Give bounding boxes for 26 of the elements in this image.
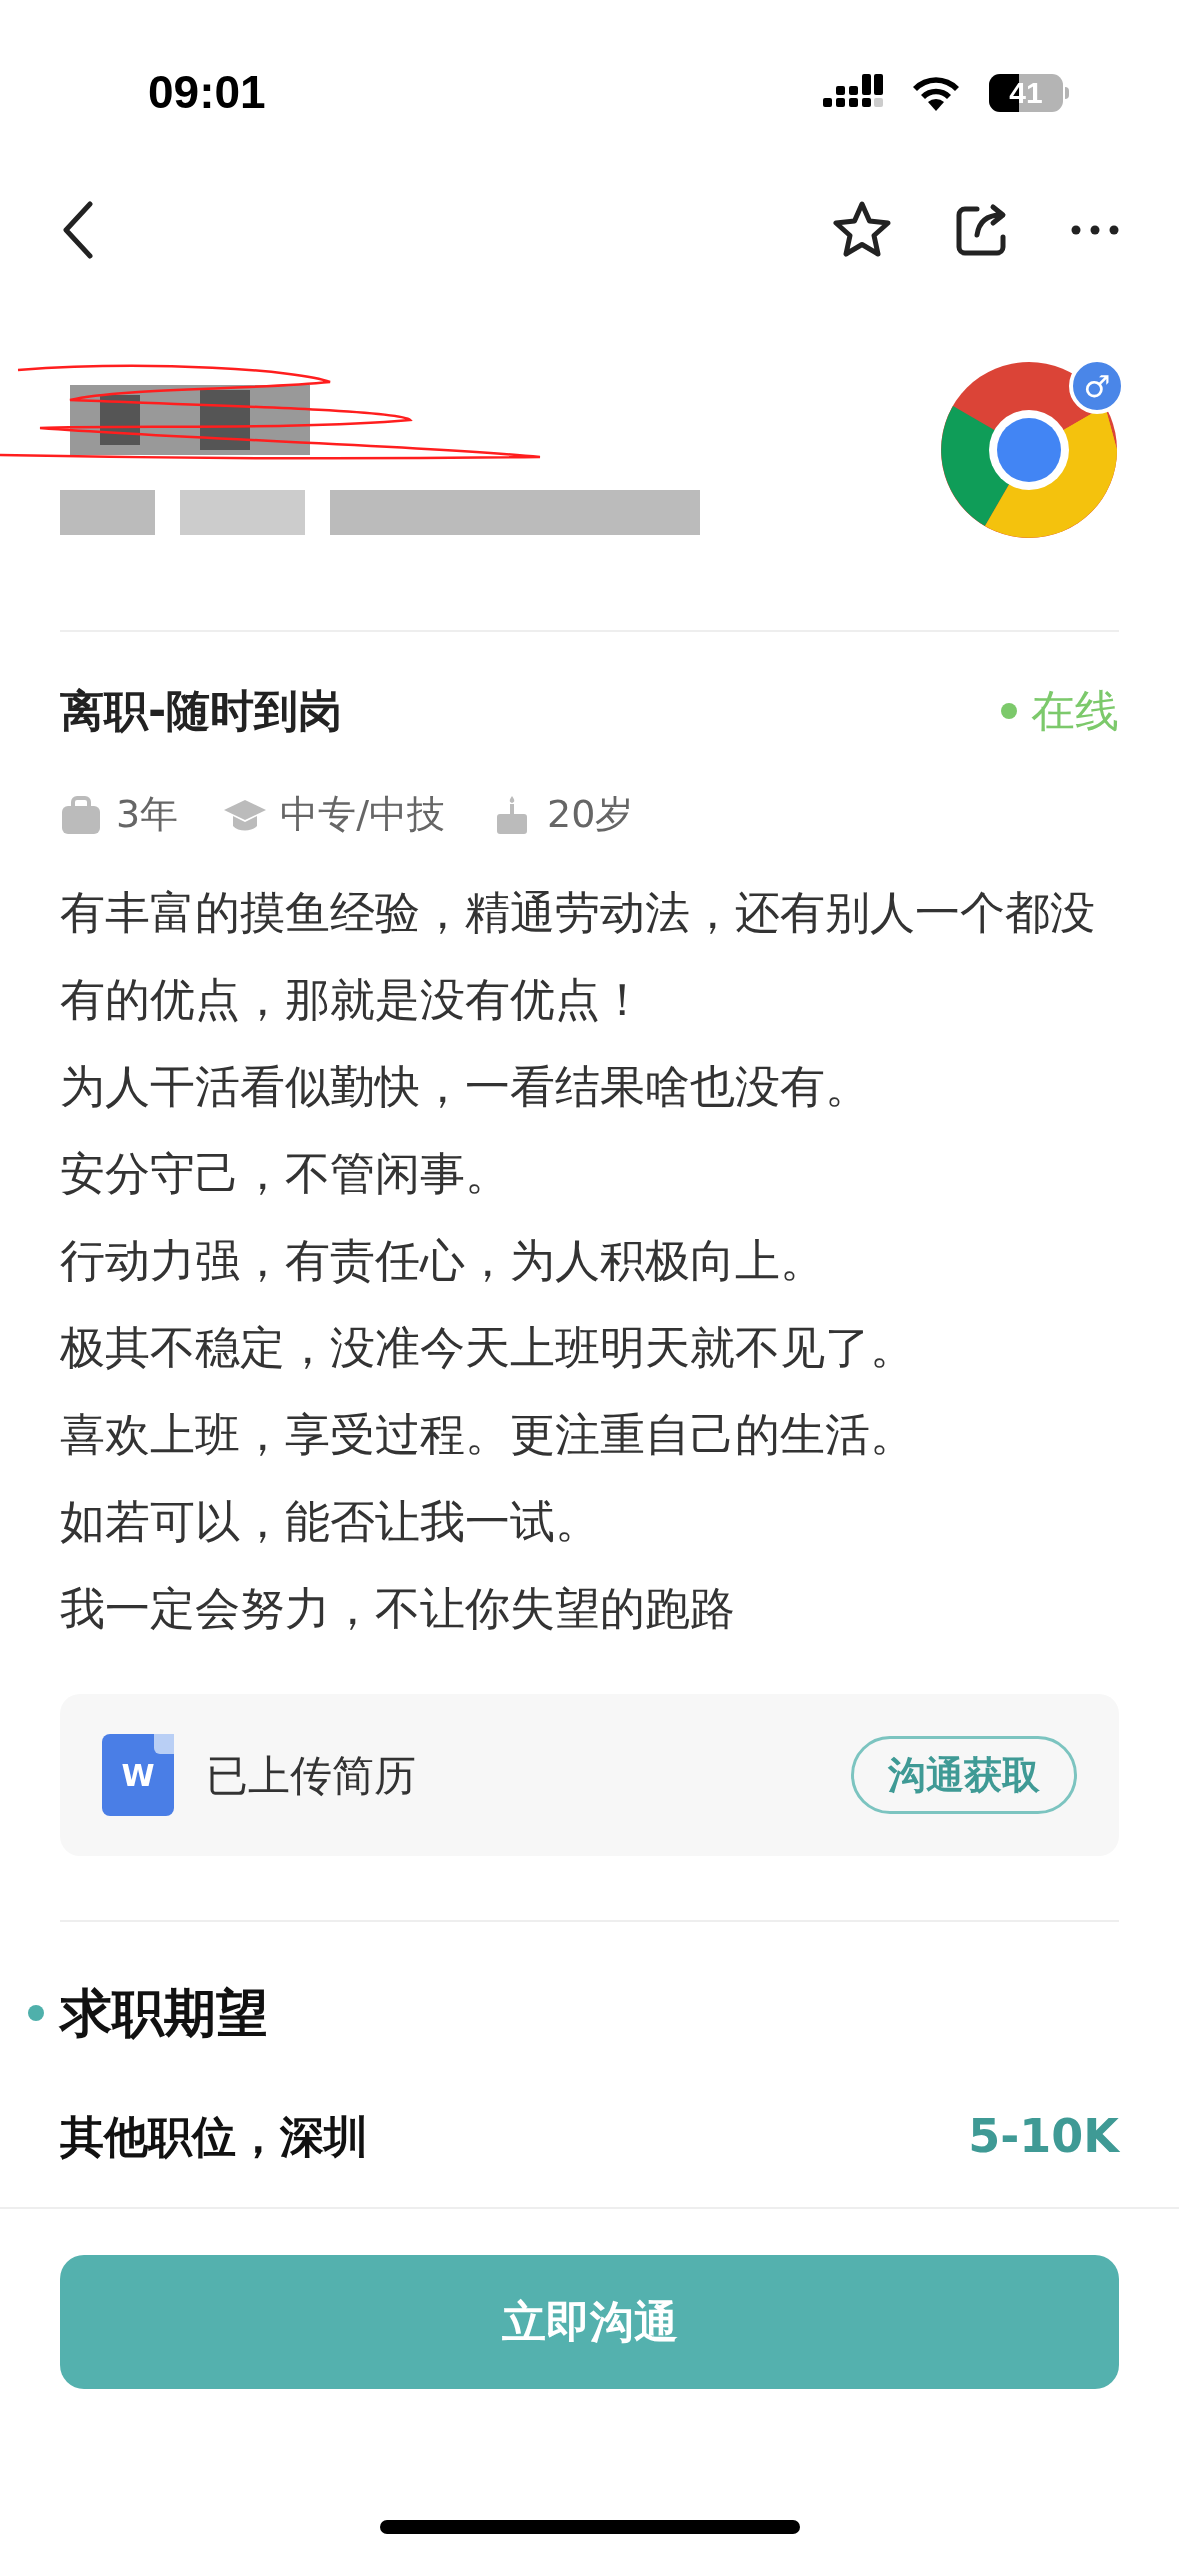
description-line: 如若可以，能否让我一试。 bbox=[60, 1494, 601, 1550]
job-status: 离职-随时到岗 bbox=[60, 684, 343, 738]
description-line: 喜欢上班，享受过程。更注重自己的生活。 bbox=[60, 1407, 916, 1463]
request-resume-button[interactable]: 沟通获取 bbox=[851, 1736, 1077, 1814]
briefcase-icon bbox=[60, 793, 102, 836]
description-line: 极其不稳定，没准今天上班明天就不见了。 bbox=[60, 1320, 916, 1376]
section-title: 求职期望 bbox=[60, 1982, 268, 2045]
back-icon[interactable] bbox=[60, 200, 96, 260]
profile-fact: 3年 bbox=[116, 791, 179, 838]
profile-fact: 中专/中技 bbox=[280, 791, 445, 838]
resume-label: 已上传简历 bbox=[206, 1749, 416, 1802]
description-line: 为人干活看似勤快，一看结果啥也没有。 bbox=[60, 1059, 871, 1115]
avatar-icon bbox=[939, 360, 1119, 540]
profile-fact: 20岁 bbox=[547, 791, 634, 838]
online-status: 在线 bbox=[1031, 684, 1119, 738]
expected-salary: 5-10K bbox=[968, 2108, 1119, 2165]
description-line: 安分守己，不管闲事。 bbox=[60, 1146, 511, 1202]
chat-now-button[interactable]: 立即沟通 bbox=[60, 2255, 1119, 2389]
description-line: 行动力强，有责任心，为人积极向上。 bbox=[60, 1233, 826, 1289]
description-line: 有丰富的摸鱼经验，精通劳动法，还有别人一个都没有的优点，那就是没有优点！ bbox=[60, 885, 1096, 1028]
description-line: 我一定会努力，不让你失望的跑路 bbox=[60, 1581, 736, 1637]
document-icon: W bbox=[102, 1734, 174, 1816]
status-time: 09:01 bbox=[148, 65, 266, 120]
star-icon[interactable] bbox=[831, 200, 893, 260]
expected-position: 其他职位，深圳 bbox=[60, 2109, 368, 2164]
more-icon[interactable] bbox=[1071, 225, 1119, 235]
